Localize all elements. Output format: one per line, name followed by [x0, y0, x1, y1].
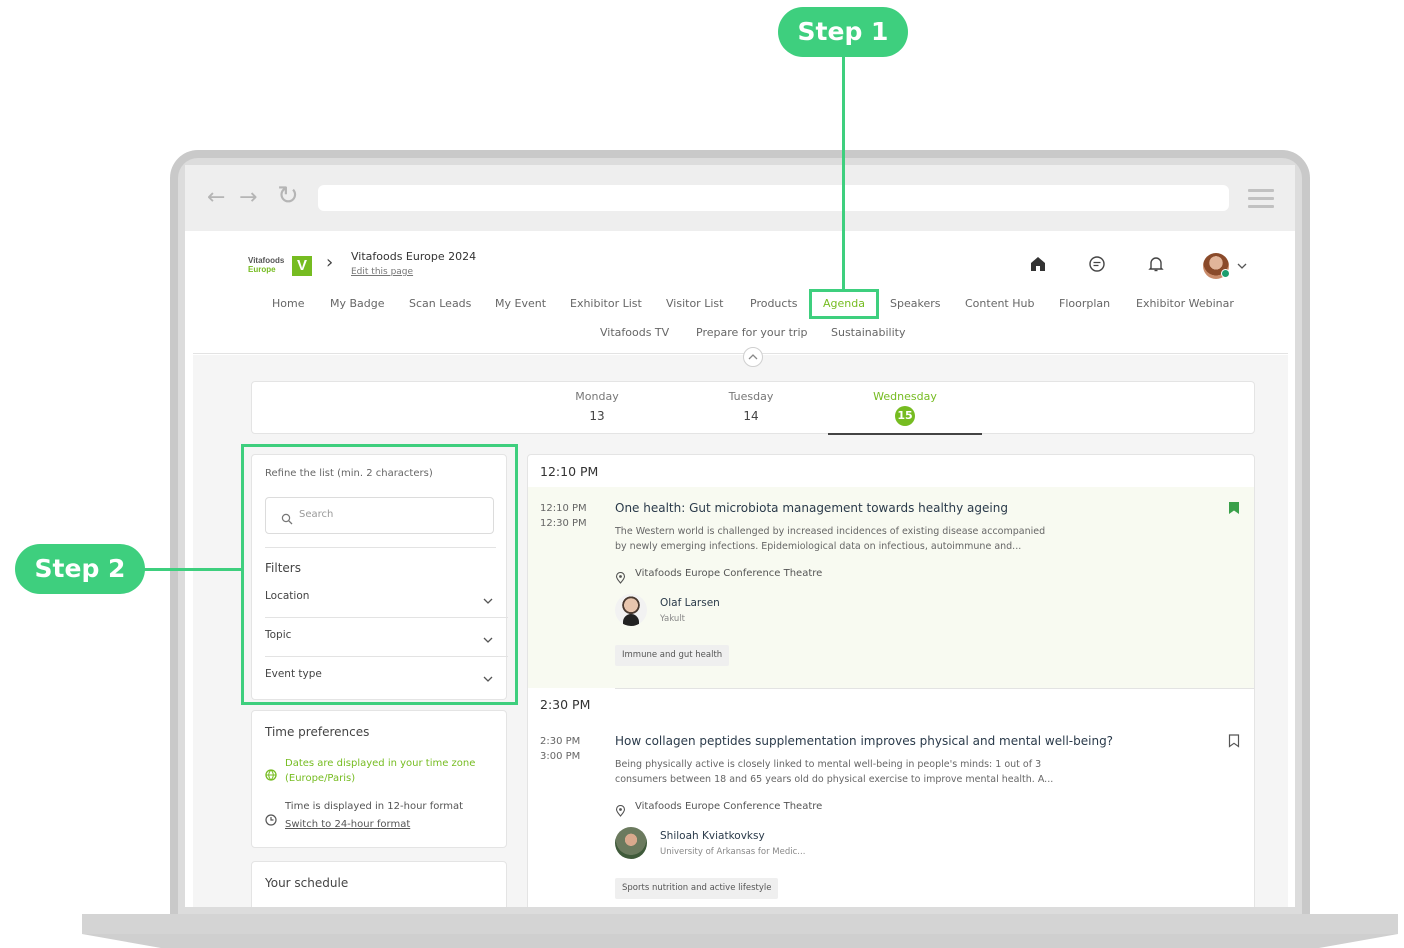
day-number: 14: [743, 409, 759, 423]
clock-icon: [265, 811, 277, 830]
your-schedule-title: Your schedule: [265, 876, 349, 890]
day-tab-monday[interactable]: Monday 13: [520, 390, 674, 423]
session-start-time: 12:10 PM: [540, 503, 587, 514]
session-description: Being physically active is closely linke…: [615, 757, 1105, 787]
day-name: Monday: [575, 390, 619, 403]
speaker-name[interactable]: Olaf Larsen: [660, 597, 720, 609]
time-format-text: Time is displayed in 12-hour format: [285, 801, 464, 812]
bell-icon[interactable]: [1146, 255, 1166, 275]
logo-text: Vitafoods Europe: [248, 256, 285, 274]
vitafoods-logo[interactable]: Vitafoods Europe V: [248, 254, 314, 278]
location-pin-icon: [615, 802, 626, 821]
chevron-up-icon: [748, 354, 758, 360]
day-tabs: Monday 13 Tuesday 14 Wednesday 15: [251, 381, 1255, 435]
speaker-name[interactable]: Shiloah Kviatkovksy: [660, 830, 765, 842]
nav-exhibitor-webinar[interactable]: Exhibitor Webinar: [1136, 297, 1234, 310]
laptop-base-foot: [82, 934, 1398, 948]
step2-connector: [144, 568, 242, 571]
time-preferences-panel: Time preferences Dates are displayed in …: [251, 710, 507, 848]
location-pin-icon: [615, 569, 626, 588]
online-status-dot: [1221, 269, 1230, 278]
address-bar[interactable]: [318, 185, 1229, 211]
session-times: 2:30 PM 3:00 PM: [540, 734, 580, 764]
session-description: The Western world is challenged by incre…: [615, 524, 1105, 554]
day-number: 13: [589, 409, 605, 423]
bookmark-outline-icon[interactable]: [1228, 733, 1240, 752]
day-number: 15: [895, 406, 915, 426]
nav-visitor-list[interactable]: Visitor List: [666, 297, 723, 310]
nav-vitafoods-tv[interactable]: Vitafoods TV: [600, 326, 669, 339]
day-name: Tuesday: [728, 390, 774, 403]
description-line: consumers between 18 and 65 years old do…: [615, 774, 1054, 785]
chat-icon[interactable]: [1087, 255, 1107, 275]
step2-badge: Step 2: [15, 544, 145, 594]
speaker-avatar[interactable]: [615, 827, 647, 859]
switch-format-link[interactable]: Switch to 24-hour format: [285, 819, 410, 830]
speaker-org: University of Arkansas for Medic...: [660, 847, 806, 857]
bookmark-filled-icon[interactable]: [1228, 500, 1240, 519]
day-name: Wednesday: [873, 390, 937, 403]
nav-sustainability[interactable]: Sustainability: [831, 326, 905, 339]
description-line: Being physically active is closely linke…: [615, 759, 1042, 770]
nav-content-hub[interactable]: Content Hub: [965, 297, 1034, 310]
description-line: by newly emerging infections. Epidemiolo…: [615, 541, 1022, 552]
session-list: 12:10 PM 12:10 PM 12:30 PM One health: G…: [527, 454, 1255, 907]
time-preferences-title: Time preferences: [265, 725, 370, 739]
session-title[interactable]: One health: Gut microbiota management to…: [615, 501, 1008, 515]
laptop-base: [82, 914, 1398, 934]
speaker-avatar[interactable]: [615, 594, 647, 626]
forward-arrow-icon[interactable]: →: [239, 185, 257, 211]
session-title[interactable]: How collagen peptides supplementation im…: [615, 734, 1113, 748]
globe-icon: [265, 766, 277, 785]
logo-mark: V: [292, 256, 312, 276]
filters-highlight-box: [241, 444, 518, 705]
nav-exhibitor-list[interactable]: Exhibitor List: [570, 297, 642, 310]
chevron-down-icon[interactable]: [1236, 257, 1248, 276]
nav-my-badge[interactable]: My Badge: [330, 297, 385, 310]
session-start-time: 2:30 PM: [540, 736, 581, 747]
location-text: Vitafoods Europe Conference Theatre: [635, 801, 823, 812]
nav-home[interactable]: Home: [272, 297, 304, 310]
browser-menu-icon[interactable]: [1248, 189, 1274, 213]
time-group-header: 2:30 PM: [540, 697, 591, 712]
day-tab-tuesday[interactable]: Tuesday 14: [674, 390, 828, 423]
collapse-nav-button[interactable]: [743, 347, 763, 367]
topic-tag[interactable]: Immune and gut health: [615, 645, 730, 666]
nav-products[interactable]: Products: [750, 297, 798, 310]
nav-scan-leads[interactable]: Scan Leads: [409, 297, 471, 310]
description-line: The Western world is challenged by incre…: [615, 526, 1046, 537]
session-divider: [615, 688, 1254, 689]
nav-floorplan[interactable]: Floorplan: [1059, 297, 1110, 310]
header-divider: [193, 353, 1288, 354]
browser-toolbar: ← → ↻: [185, 165, 1295, 231]
day-tab-wednesday[interactable]: Wednesday 15: [828, 390, 982, 426]
agenda-highlight-box: [809, 289, 879, 319]
location-text: Vitafoods Europe Conference Theatre: [635, 568, 823, 579]
breadcrumb-chevron-icon: ›: [326, 252, 334, 273]
step1-badge: Step 1: [778, 7, 908, 57]
edit-page-link[interactable]: Edit this page: [351, 267, 413, 277]
nav-speakers[interactable]: Speakers: [890, 297, 940, 310]
event-title: Vitafoods Europe 2024: [351, 250, 477, 263]
speaker-org: Yakult: [660, 614, 685, 624]
topic-tag[interactable]: Sports nutrition and active lifestyle: [615, 878, 779, 899]
nav-my-event[interactable]: My Event: [495, 297, 546, 310]
session-end-time: 3:00 PM: [540, 751, 581, 762]
reload-icon[interactable]: ↻: [277, 181, 299, 211]
step1-connector: [842, 56, 845, 289]
your-schedule-panel: Your schedule: [251, 861, 507, 907]
active-day-underline: [828, 433, 982, 435]
session-end-time: 12:30 PM: [540, 518, 587, 529]
nav-prepare-trip[interactable]: Prepare for your trip: [696, 326, 807, 339]
back-arrow-icon[interactable]: ←: [207, 185, 225, 211]
session-times: 12:10 PM 12:30 PM: [540, 501, 587, 531]
time-group-header: 12:10 PM: [540, 464, 599, 479]
home-icon[interactable]: [1028, 255, 1048, 275]
timezone-text: Dates are displayed in your time zone (E…: [285, 758, 476, 784]
